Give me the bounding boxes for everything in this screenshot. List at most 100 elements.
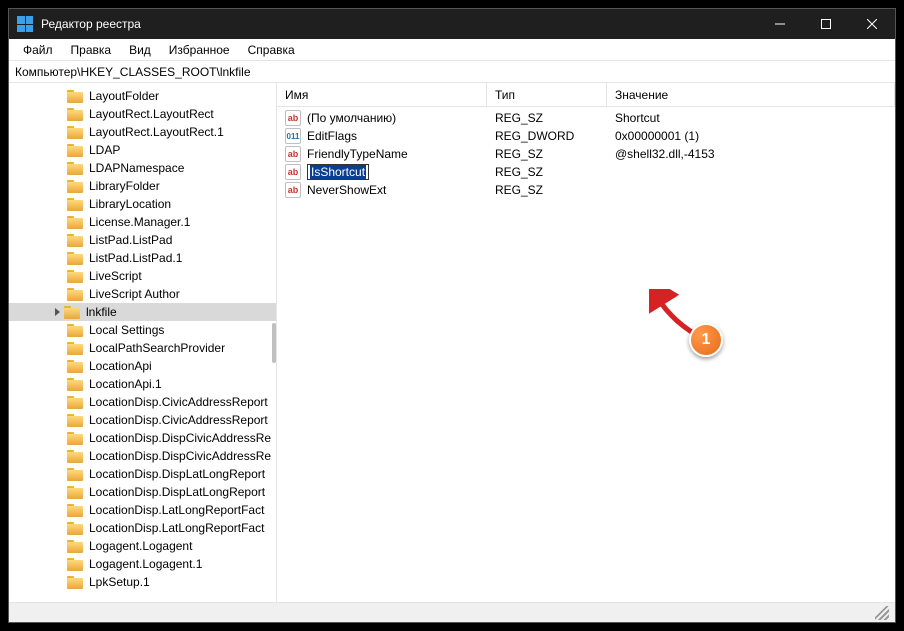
tree-item[interactable]: LayoutRect.LayoutRect.1 bbox=[9, 123, 276, 141]
string-value-icon: ab bbox=[285, 182, 301, 198]
minimize-button[interactable] bbox=[757, 9, 803, 39]
tree-item-label: LocationDisp.LatLongReportFact bbox=[89, 521, 264, 535]
tree-item[interactable]: ListPad.ListPad.1 bbox=[9, 249, 276, 267]
tree-item-label: LibraryLocation bbox=[89, 197, 171, 211]
folder-icon bbox=[67, 288, 83, 301]
column-value[interactable]: Значение bbox=[607, 83, 895, 106]
folder-icon bbox=[67, 108, 83, 121]
folder-icon bbox=[67, 126, 83, 139]
tree-item[interactable]: LiveScript bbox=[9, 267, 276, 285]
tree-item[interactable]: LocationDisp.LatLongReportFact bbox=[9, 519, 276, 537]
tree-item[interactable]: LocationDisp.LatLongReportFact bbox=[9, 501, 276, 519]
tree-item-label: LocationApi.1 bbox=[89, 377, 162, 391]
tree-item[interactable]: LDAP bbox=[9, 141, 276, 159]
folder-icon bbox=[67, 252, 83, 265]
tree-item[interactable]: Logagent.Logagent bbox=[9, 537, 276, 555]
address-bar[interactable]: Компьютер\HKEY_CLASSES_ROOT\lnkfile bbox=[9, 61, 895, 83]
tree-item[interactable]: LibraryFolder bbox=[9, 177, 276, 195]
tree-item[interactable]: LocalPathSearchProvider bbox=[9, 339, 276, 357]
tree-item-label: LiveScript Author bbox=[89, 287, 180, 301]
tree-item-label: LibraryFolder bbox=[89, 179, 160, 193]
value-name: (По умолчанию) bbox=[307, 111, 396, 125]
tree-item-label: LpkSetup.1 bbox=[89, 575, 150, 589]
folder-icon bbox=[67, 90, 83, 103]
tree-item[interactable]: LiveScript Author bbox=[9, 285, 276, 303]
tree-item[interactable]: LDAPNamespace bbox=[9, 159, 276, 177]
folder-icon bbox=[67, 144, 83, 157]
folder-icon bbox=[67, 396, 83, 409]
column-type[interactable]: Тип bbox=[487, 83, 607, 106]
tree-item[interactable]: LocationDisp.DispCivicAddressRe bbox=[9, 447, 276, 465]
list-row[interactable]: ab(По умолчанию)REG_SZShortcut bbox=[277, 109, 895, 127]
folder-icon bbox=[67, 576, 83, 589]
status-bar bbox=[9, 602, 895, 622]
string-value-icon: ab bbox=[285, 110, 301, 126]
menu-file[interactable]: Файл bbox=[15, 41, 61, 59]
tree-item[interactable]: LibraryLocation bbox=[9, 195, 276, 213]
menubar: Файл Правка Вид Избранное Справка bbox=[9, 39, 895, 61]
tree-item[interactable]: LocationDisp.DispLatLongReport bbox=[9, 483, 276, 501]
value-type: REG_SZ bbox=[487, 111, 607, 125]
tree-item-label: LocationDisp.DispLatLongReport bbox=[89, 485, 265, 499]
titlebar[interactable]: Редактор реестра bbox=[9, 9, 895, 39]
folder-icon bbox=[67, 432, 83, 445]
menu-edit[interactable]: Правка bbox=[63, 41, 120, 59]
list-row[interactable]: abNeverShowExtREG_SZ bbox=[277, 181, 895, 199]
folder-icon bbox=[67, 414, 83, 427]
tree-item[interactable]: Logagent.Logagent.1 bbox=[9, 555, 276, 573]
tree-item[interactable]: LocationDisp.DispCivicAddressRe bbox=[9, 429, 276, 447]
tree-item[interactable]: LocationApi.1 bbox=[9, 375, 276, 393]
tree-item-label: LocalPathSearchProvider bbox=[89, 341, 225, 355]
tree-item[interactable]: LayoutFolder bbox=[9, 87, 276, 105]
column-name[interactable]: Имя bbox=[277, 83, 487, 106]
tree-item-label: LiveScript bbox=[89, 269, 142, 283]
tree-pane[interactable]: LayoutFolder LayoutRect.LayoutRect LayoutR… bbox=[9, 83, 277, 602]
menu-favorites[interactable]: Избранное bbox=[161, 41, 238, 59]
tree-item[interactable]: LpkSetup.1 bbox=[9, 573, 276, 591]
rename-input[interactable]: IsShortcut bbox=[307, 164, 369, 180]
folder-icon bbox=[67, 486, 83, 499]
tree-item-label: LocationDisp.DispLatLongReport bbox=[89, 467, 265, 481]
tree-item-label: LDAPNamespace bbox=[89, 161, 184, 175]
value-type: REG_SZ bbox=[487, 165, 607, 179]
list-row[interactable]: ab IsShortcut REG_SZ bbox=[277, 163, 895, 181]
tree-item-label: LocationDisp.DispCivicAddressRe bbox=[89, 431, 271, 445]
tree-item-label: Logagent.Logagent bbox=[89, 539, 192, 553]
list-row[interactable]: 011EditFlagsREG_DWORD0x00000001 (1) bbox=[277, 127, 895, 145]
string-value-icon: ab bbox=[285, 164, 301, 180]
folder-icon bbox=[67, 162, 83, 175]
value-name: NeverShowExt bbox=[307, 183, 386, 197]
resize-grip-icon[interactable] bbox=[875, 606, 889, 620]
tree-item-label: LDAP bbox=[89, 143, 120, 157]
tree-item[interactable]: LocationDisp.DispLatLongReport bbox=[9, 465, 276, 483]
maximize-button[interactable] bbox=[803, 9, 849, 39]
window-title: Редактор реестра bbox=[41, 17, 757, 31]
tree-item[interactable]: ListPad.ListPad bbox=[9, 231, 276, 249]
menu-view[interactable]: Вид bbox=[121, 41, 159, 59]
folder-icon bbox=[67, 216, 83, 229]
folder-icon bbox=[67, 180, 83, 193]
tree-item-label: LocationApi bbox=[89, 359, 152, 373]
value-name: EditFlags bbox=[307, 129, 357, 143]
tree-item[interactable]: LayoutRect.LayoutRect bbox=[9, 105, 276, 123]
menu-help[interactable]: Справка bbox=[240, 41, 303, 59]
value-name: FriendlyTypeName bbox=[307, 147, 408, 161]
tree-item[interactable]: Local Settings bbox=[9, 321, 276, 339]
folder-icon bbox=[67, 450, 83, 463]
tree-item-label: LayoutRect.LayoutRect bbox=[89, 107, 214, 121]
tree-item[interactable]: LocationDisp.CivicAddressReport bbox=[9, 411, 276, 429]
value-data: @shell32.dll,-4153 bbox=[607, 147, 895, 161]
tree-item[interactable]: LocationDisp.CivicAddressReport bbox=[9, 393, 276, 411]
close-button[interactable] bbox=[849, 9, 895, 39]
tree-item-label: lnkfile bbox=[86, 305, 117, 319]
tree-item[interactable]: License.Manager.1 bbox=[9, 213, 276, 231]
folder-icon bbox=[67, 234, 83, 247]
folder-icon bbox=[67, 342, 83, 355]
list-header: Имя Тип Значение bbox=[277, 83, 895, 107]
tree-item[interactable]: lnkfile bbox=[9, 303, 276, 321]
list-pane[interactable]: Имя Тип Значение ab(По умолчанию)REG_SZS… bbox=[277, 83, 895, 602]
list-row[interactable]: abFriendlyTypeNameREG_SZ@shell32.dll,-41… bbox=[277, 145, 895, 163]
folder-icon bbox=[67, 468, 83, 481]
tree-item-label: ListPad.ListPad bbox=[89, 233, 172, 247]
tree-item[interactable]: LocationApi bbox=[9, 357, 276, 375]
